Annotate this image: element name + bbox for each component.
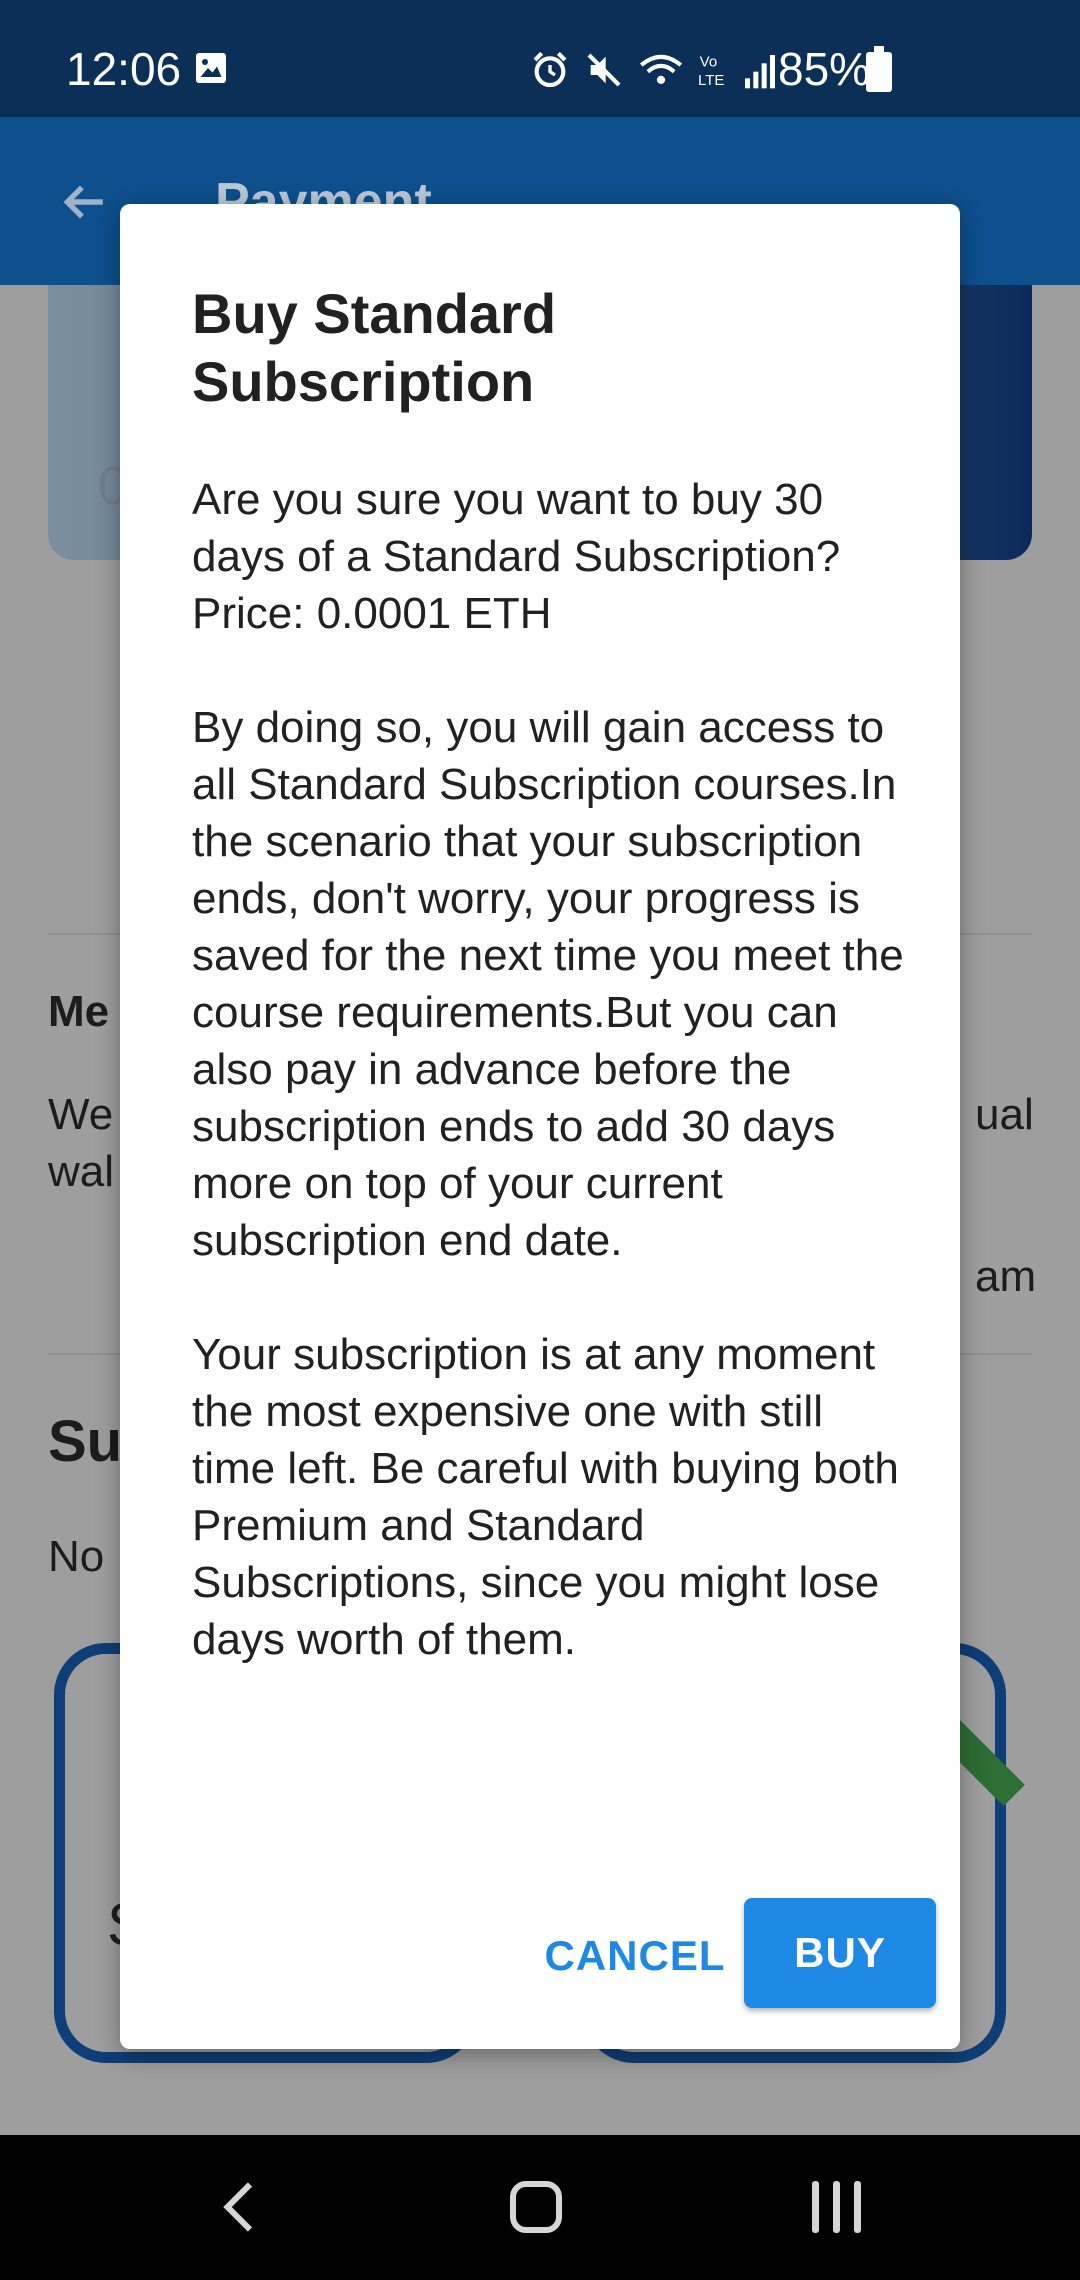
dialog-paragraph: By doing so, you will gain access to all…: [192, 703, 904, 1265]
nav-back-icon[interactable]: [210, 2177, 270, 2237]
cancel-button[interactable]: CANCEL: [520, 1901, 750, 2011]
nav-recents-icon[interactable]: [812, 2181, 872, 2233]
dialog-paragraph: Are you sure you want to buy 30 days of …: [192, 475, 841, 638]
dialog-title: Buy Standard Subscription: [192, 282, 557, 413]
buy-subscription-dialog: Buy Standard Subscription Are you sure y…: [120, 204, 960, 2049]
nav-home-icon[interactable]: [510, 2181, 562, 2233]
system-nav-bar: [0, 2135, 1080, 2280]
dialog-body: Are you sure you want to buy 30 days of …: [192, 471, 912, 1725]
dialog-paragraph: Your subscription is at any moment the m…: [192, 1330, 899, 1664]
buy-button[interactable]: BUY: [744, 1898, 936, 2008]
